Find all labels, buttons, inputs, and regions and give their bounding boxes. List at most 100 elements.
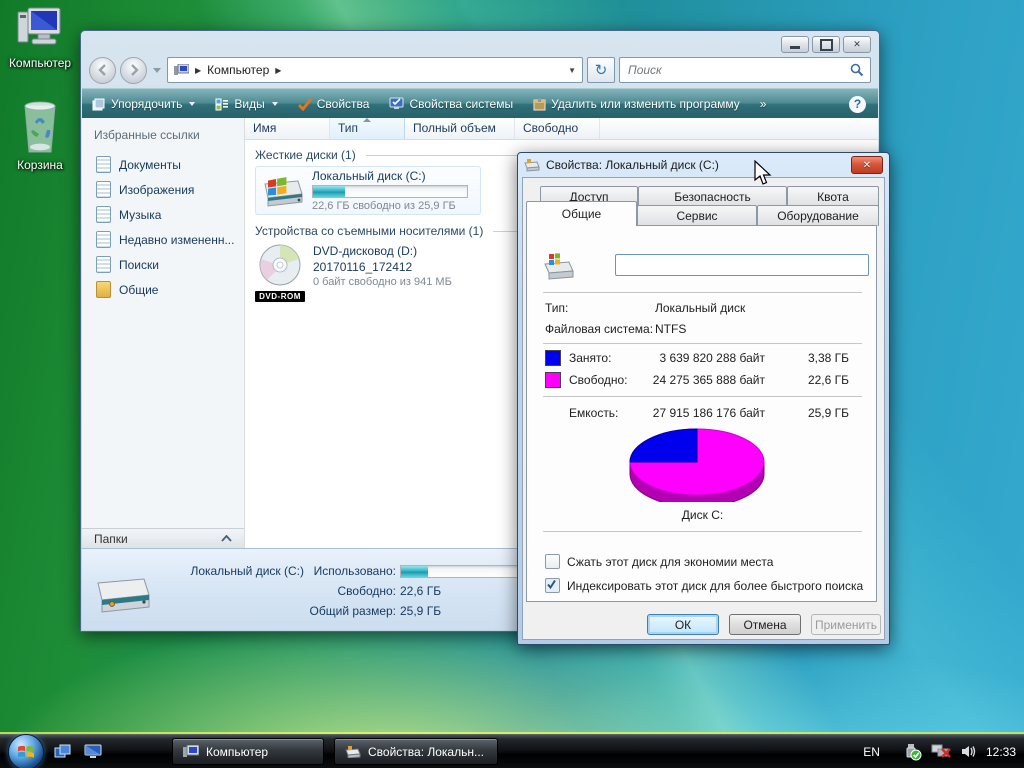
desktop-icon-recycle-bin[interactable]: Корзина: [0, 100, 80, 172]
drive-c-item[interactable]: Локальный диск (C:) 22,6 ГБ свободно из …: [255, 166, 481, 215]
volume-label-input[interactable]: [615, 254, 869, 276]
address-dropdown-icon[interactable]: ▼: [568, 66, 576, 75]
tab-tools[interactable]: Сервис: [637, 205, 757, 226]
back-button[interactable]: [89, 57, 116, 84]
column-total-size[interactable]: Полный объем: [405, 118, 515, 139]
drive-task-icon: [345, 745, 361, 758]
ok-button[interactable]: ОК: [647, 614, 719, 635]
start-button[interactable]: [8, 734, 44, 768]
quick-launch-show-desktop[interactable]: [82, 742, 104, 762]
tab-quota[interactable]: Квота: [787, 186, 879, 207]
toolbar-overflow[interactable]: »: [760, 97, 767, 111]
system-tray: EN 12:33: [863, 743, 1016, 761]
compress-checkbox[interactable]: [545, 554, 560, 569]
network-status-icon[interactable]: [931, 743, 952, 760]
tab-label: Общие: [562, 207, 601, 221]
address-bar[interactable]: ▶ Компьютер ▶ ▼: [167, 57, 583, 83]
tab-security[interactable]: Безопасность: [638, 186, 787, 207]
sidebar-item-music[interactable]: Музыка: [82, 202, 244, 227]
documents-icon: [96, 156, 111, 173]
column-label: Свободно: [523, 121, 578, 135]
sidebar-item-public[interactable]: Общие: [82, 277, 244, 302]
compress-checkbox-label[interactable]: Сжать этот диск для экономии места: [567, 555, 773, 569]
dvd-rom-badge: DVD-ROM: [255, 291, 305, 302]
uninstall-program-button[interactable]: Удалить или изменить программу: [533, 97, 740, 111]
taskbar-button-computer[interactable]: Компьютер: [172, 738, 324, 765]
details-free-value: 22,6 ГБ: [400, 584, 530, 598]
pictures-icon: [96, 181, 111, 198]
chevron-up-icon: [221, 535, 232, 542]
column-name[interactable]: Имя: [245, 118, 330, 139]
column-label: Имя: [253, 121, 276, 135]
hard-drive-icon: [260, 170, 306, 212]
details-used-label: Использовано:: [304, 564, 400, 578]
sidebar-item-recent[interactable]: Недавно измененн...: [82, 227, 244, 252]
column-type[interactable]: Тип: [330, 118, 405, 139]
group-label: Жесткие диски (1): [255, 148, 356, 162]
drive-free-text: 22,6 ГБ свободно из 25,9 ГБ: [312, 200, 476, 212]
favorite-links-title: Избранные ссылки: [94, 128, 244, 142]
recent-pages-dropdown[interactable]: [153, 68, 161, 73]
taskbar-button-label: Компьютер: [206, 745, 268, 759]
breadcrumb-arrow-icon: ▶: [195, 66, 201, 75]
quick-launch-switch-windows[interactable]: [52, 742, 74, 762]
volume-icon[interactable]: [961, 744, 977, 759]
used-label: Занято:: [569, 351, 611, 365]
windows-flag-icon: [17, 743, 35, 760]
index-checkbox[interactable]: [545, 578, 560, 593]
desktop-icon-label: Компьютер: [0, 56, 80, 70]
column-free-space[interactable]: Свободно: [515, 118, 600, 139]
views-menu[interactable]: Виды: [215, 97, 277, 111]
dvd-info: DVD-дисковод (D:) 20170116_172412 0 байт…: [313, 244, 452, 288]
desktop-icon-computer[interactable]: Компьютер: [0, 6, 80, 70]
dialog-titlebar[interactable]: Свойства: Локальный диск (C:) ✕: [518, 153, 889, 177]
system-properties-label: Свойства системы: [409, 97, 513, 111]
details-drive-name: Локальный диск (C:): [166, 564, 304, 578]
sidebar-item-searches[interactable]: Поиски: [82, 252, 244, 277]
forward-button[interactable]: [120, 57, 147, 84]
breadcrumb-arrow-icon[interactable]: ▶: [275, 66, 281, 75]
breadcrumb-root[interactable]: Компьютер: [207, 63, 269, 77]
dvd-volume-label: 20170116_172412: [313, 260, 452, 274]
computer-small-icon: [174, 64, 189, 77]
switch-windows-icon: [54, 744, 72, 759]
sidebar-item-documents[interactable]: Документы: [82, 152, 244, 177]
folders-band[interactable]: Папки: [82, 528, 244, 548]
column-label: Полный объем: [413, 121, 496, 135]
tab-general-active[interactable]: Общие: [526, 201, 637, 226]
tab-hardware[interactable]: Оборудование: [757, 205, 879, 226]
separator: [543, 531, 862, 535]
sidebar-item-pictures[interactable]: Изображения: [82, 177, 244, 202]
apply-label: Применить: [815, 618, 877, 632]
caption-buttons: ✕: [781, 36, 871, 53]
group-label: Устройства со съемными носителями (1): [255, 224, 483, 238]
help-button[interactable]: ?: [849, 96, 866, 113]
public-folder-icon: [96, 281, 111, 298]
refresh-button[interactable]: ↻: [587, 57, 615, 83]
dialog-drive-icon: [524, 158, 540, 172]
disk-usage-pie-chart: [617, 424, 777, 502]
clock[interactable]: 12:33: [986, 745, 1016, 759]
language-indicator[interactable]: EN: [863, 745, 880, 759]
sidebar-item-label: Общие: [119, 283, 158, 297]
search-input[interactable]: [626, 62, 850, 78]
organize-menu[interactable]: Упорядочить: [92, 97, 195, 111]
dialog-close-button[interactable]: ✕: [851, 156, 883, 174]
maximize-button[interactable]: [812, 36, 840, 53]
properties-button[interactable]: Свойства: [298, 97, 370, 111]
minimize-button[interactable]: [781, 36, 809, 53]
usb-device-icon[interactable]: [903, 743, 922, 761]
sort-ascending-icon: [363, 118, 371, 122]
used-legend-swatch: [545, 350, 561, 366]
taskbar-button-properties[interactable]: Свойства: Локальн...: [334, 738, 498, 765]
system-properties-button[interactable]: Свойства системы: [389, 97, 513, 111]
searches-icon: [96, 256, 111, 273]
index-checkbox-label[interactable]: Индексировать этот диск для более быстро…: [567, 579, 863, 593]
cancel-button[interactable]: Отмена: [729, 614, 801, 635]
search-icon[interactable]: [850, 63, 864, 77]
command-toolbar: Упорядочить Виды Свойства Свойства сис: [82, 88, 878, 119]
apply-button[interactable]: Применить: [811, 614, 881, 635]
views-icon: [215, 98, 229, 111]
chevron-down-icon: [272, 102, 278, 106]
close-button[interactable]: ✕: [843, 36, 871, 53]
